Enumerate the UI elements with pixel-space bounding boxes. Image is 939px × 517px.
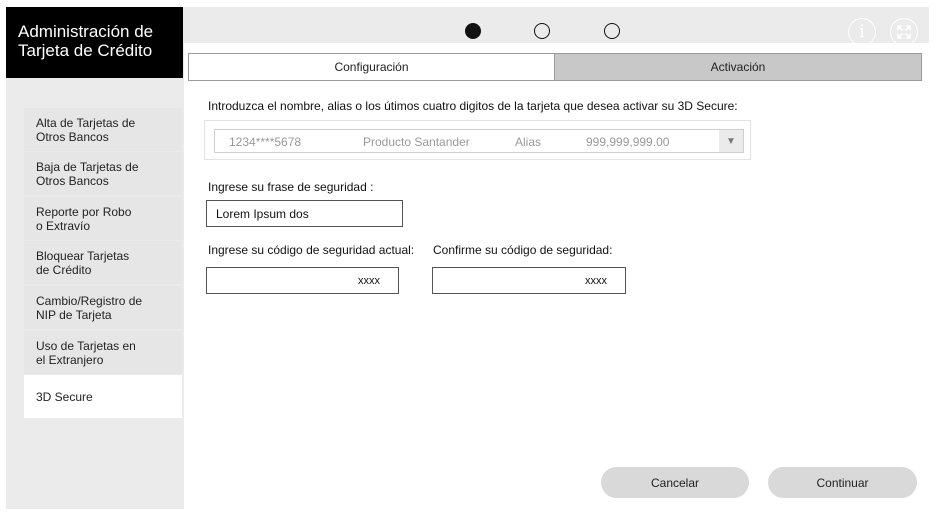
info-icon[interactable]: i: [848, 18, 876, 46]
card-product: Producto Santander: [363, 135, 470, 149]
sidebar-item-bloquear-tarjetas[interactable]: Bloquear Tarjetas de Crédito: [24, 241, 182, 284]
top-bar: i: [184, 7, 929, 46]
tab-bar: Configuración Activación: [188, 53, 922, 81]
tab-activacion[interactable]: Activación: [555, 54, 921, 80]
card-alias: Alias: [515, 135, 542, 149]
security-code-label: Ingrese su código de seguridad actual:: [208, 243, 415, 257]
card-amount: 999,999,999.00: [586, 135, 670, 149]
app-title: Administración de Tarjeta de Crédito: [18, 22, 154, 60]
card-select-display[interactable]: 1234****5678 Producto Santander Alias 99…: [214, 129, 720, 153]
phrase-label: Ingrese su frase de seguridad :: [208, 180, 374, 194]
card-prompt-label: Introduzca el nombre, alias o los útimos…: [208, 99, 738, 113]
app-header: Administración de Tarjeta de Crédito: [6, 7, 183, 78]
sidebar-item-reporte-robo[interactable]: Reporte por Robo o Extravío: [24, 197, 182, 240]
continue-button[interactable]: Continuar: [768, 467, 917, 498]
tab-configuracion[interactable]: Configuración: [189, 54, 555, 80]
sidebar-item-uso-extranjero[interactable]: Uso de Tarjetas en el Extranjero: [24, 331, 182, 374]
step-indicator-2: [534, 23, 550, 39]
card-select[interactable]: 1234****5678 Producto Santander Alias 99…: [204, 120, 751, 160]
sidebar-item-baja-tarjetas[interactable]: Baja de Tarjetas de Otros Bancos: [24, 152, 182, 195]
confirm-code-input[interactable]: [432, 267, 626, 294]
fullscreen-icon[interactable]: [890, 18, 918, 46]
cancel-button[interactable]: Cancelar: [601, 467, 749, 498]
security-code-input[interactable]: [206, 267, 399, 294]
dropdown-arrow-icon[interactable]: ▼: [719, 129, 744, 153]
step-indicator-3: [604, 23, 620, 39]
sidebar-item-alta-tarjetas[interactable]: Alta de Tarjetas de Otros Bancos: [24, 108, 182, 151]
sidebar-item-cambio-nip[interactable]: Cambio/Registro de NIP de Tarjeta: [24, 286, 182, 329]
card-number: 1234****5678: [229, 135, 302, 149]
step-indicator-1: [465, 23, 481, 39]
security-phrase-input[interactable]: [206, 200, 403, 227]
confirm-code-label: Confirme su código de seguridad:: [433, 243, 613, 257]
sidebar-item-3d-secure[interactable]: 3D Secure: [24, 375, 182, 418]
